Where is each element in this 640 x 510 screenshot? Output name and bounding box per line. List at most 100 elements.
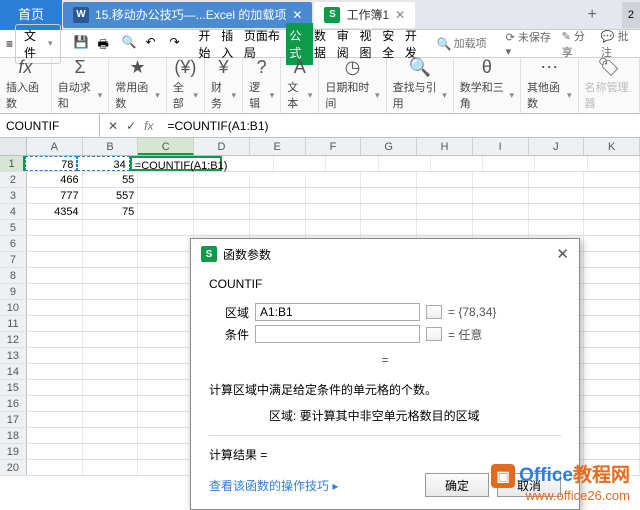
cell[interactable] [473,172,529,187]
cell[interactable] [529,204,585,219]
cell[interactable] [194,220,250,235]
cell[interactable] [473,220,529,235]
cell[interactable] [584,364,640,379]
cell[interactable]: 75 [83,204,139,219]
row-header[interactable]: 20 [0,460,27,475]
cell[interactable] [529,188,585,203]
ribbon-all[interactable]: (¥)全部▾ [167,58,205,113]
cell[interactable] [27,236,83,251]
cell[interactable] [83,236,139,251]
cell[interactable] [27,460,83,475]
ribbon-other[interactable]: ⋯其他函数▾ [521,58,579,113]
cell[interactable] [361,204,417,219]
cell[interactable] [274,156,326,171]
cell[interactable] [27,380,83,395]
cell[interactable] [27,348,83,363]
row-header[interactable]: 3 [0,188,27,203]
cell[interactable] [306,188,362,203]
param-input-range[interactable] [255,303,420,321]
row-header[interactable]: 11 [0,316,27,331]
cell[interactable] [27,268,83,283]
accept-icon[interactable]: ✓ [126,119,136,133]
cell[interactable] [361,220,417,235]
row-header[interactable]: 6 [0,236,27,251]
cell[interactable] [584,268,640,283]
cell[interactable] [584,204,640,219]
row-header[interactable]: 7 [0,252,27,267]
ribbon-logic[interactable]: ?逻辑▾ [243,58,281,113]
cell[interactable] [584,348,640,363]
col-header[interactable]: K [584,138,640,155]
row-header[interactable]: 12 [0,332,27,347]
ribbon-finance[interactable]: ¥财务▾ [205,58,243,113]
cell[interactable] [250,188,306,203]
cell[interactable] [584,412,640,427]
cell[interactable]: 466 [27,172,83,187]
cell[interactable] [27,396,83,411]
cell[interactable] [138,412,194,427]
cell[interactable]: 557 [83,188,139,203]
col-header[interactable]: H [417,138,473,155]
range-picker-icon[interactable] [426,327,442,341]
row-header[interactable]: 2 [0,172,27,187]
row-header[interactable]: 4 [0,204,27,219]
ribbon-common[interactable]: ★常用函数▾ [109,58,167,113]
cell[interactable] [138,172,194,187]
unsaved-status[interactable]: ⟳ 未保存 ▾ [506,29,552,58]
cell[interactable] [417,220,473,235]
cell[interactable]: 78 [25,156,77,171]
cell[interactable] [529,172,585,187]
cell[interactable] [138,220,194,235]
cell[interactable] [306,204,362,219]
col-header[interactable]: C [138,138,194,155]
cell[interactable] [584,444,640,459]
cell[interactable] [138,300,194,315]
param-input-criteria[interactable] [255,325,420,343]
cell[interactable] [138,444,194,459]
cell[interactable] [138,204,194,219]
cell[interactable] [27,300,83,315]
cell[interactable] [250,220,306,235]
print-icon[interactable]: 🖶 [97,35,115,53]
cell[interactable] [138,348,194,363]
col-header[interactable]: A [27,138,83,155]
save-icon[interactable]: 💾 [73,35,91,53]
cell[interactable] [417,188,473,203]
comments-button[interactable]: 💬 批注 [601,28,634,60]
help-link[interactable]: 查看该函数的操作技巧 ▸ [209,477,338,494]
cell[interactable] [27,412,83,427]
row-header[interactable]: 13 [0,348,27,363]
redo-icon[interactable]: ↷ [169,35,187,53]
cell[interactable] [83,220,139,235]
cell[interactable] [83,316,139,331]
cell[interactable] [83,284,139,299]
search-input[interactable] [454,38,504,50]
cell[interactable] [83,412,139,427]
cell[interactable] [83,252,139,267]
tab-new[interactable]: + [573,6,612,24]
col-header[interactable]: J [529,138,585,155]
row-header[interactable]: 14 [0,364,27,379]
ribbon-text[interactable]: A文本▾ [281,58,319,113]
close-icon[interactable]: ✕ [556,245,569,263]
cell[interactable] [83,396,139,411]
cell[interactable] [138,396,194,411]
cell[interactable] [194,172,250,187]
cell[interactable] [27,428,83,443]
fx-icon[interactable]: fx [144,119,153,133]
cell[interactable] [584,252,640,267]
cell[interactable] [138,268,194,283]
cell[interactable] [138,380,194,395]
cell[interactable] [584,172,640,187]
col-header[interactable]: E [250,138,306,155]
cell[interactable] [27,332,83,347]
cell[interactable] [138,188,194,203]
share-button[interactable]: ✎ 分享 [562,28,591,60]
cell[interactable] [138,460,194,475]
cell[interactable] [584,236,640,251]
app-menu-icon[interactable]: ≡ [6,37,13,51]
row-header[interactable]: 1 [0,156,25,171]
row-header[interactable]: 17 [0,412,27,427]
cell[interactable]: 55 [83,172,139,187]
cell[interactable] [326,156,378,171]
